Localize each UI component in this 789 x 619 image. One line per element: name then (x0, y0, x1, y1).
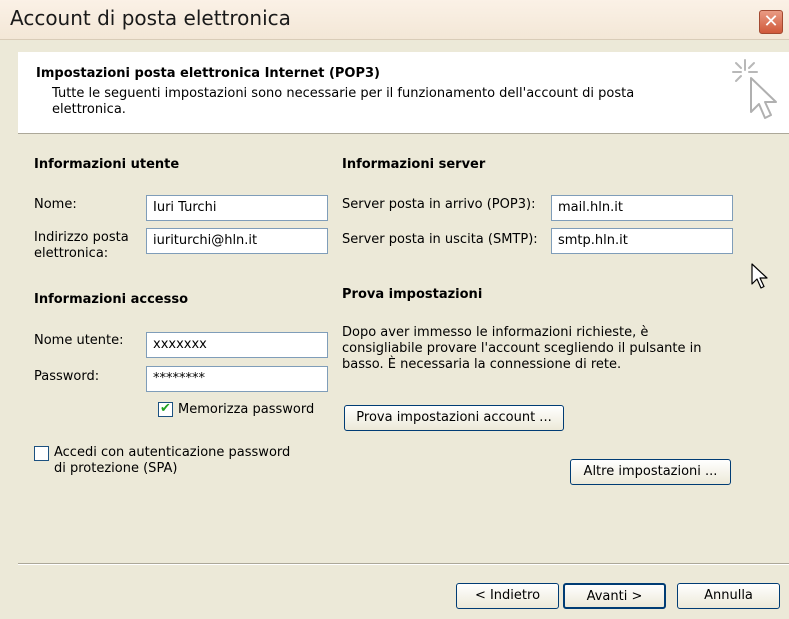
checkmark-icon: ✔ (160, 401, 171, 416)
email-label: Indirizzo posta elettronica: (34, 230, 129, 261)
user-info-title: Informazioni utente (34, 157, 180, 172)
spa-label: Accedi con autenticazione password di pr… (54, 445, 291, 476)
mouse-pointer-icon (751, 263, 768, 289)
incoming-server-label: Server posta in arrivo (POP3): (342, 197, 536, 212)
footer-divider (18, 563, 789, 565)
cancel-button[interactable]: Annulla (677, 583, 780, 609)
server-info-title: Informazioni server (342, 157, 486, 172)
username-field[interactable]: xxxxxxx (146, 332, 328, 358)
remember-password-label: Memorizza password (178, 402, 315, 417)
wizard-cursor-icon (732, 59, 777, 119)
more-settings-button[interactable]: Altre impostazioni ... (570, 459, 731, 485)
name-field[interactable]: Iuri Turchi (146, 195, 328, 221)
name-label: Nome: (34, 197, 77, 212)
close-icon: ✕ (763, 11, 779, 32)
close-button[interactable]: ✕ (759, 10, 783, 34)
header-description: Tutte le seguenti impostazioni sono nece… (52, 86, 635, 117)
back-button[interactable]: < Indietro (456, 583, 559, 609)
outgoing-server-field[interactable]: smtp.hln.it (551, 228, 733, 254)
password-field[interactable]: ******** (146, 366, 328, 392)
incoming-server-field[interactable]: mail.hln.it (551, 195, 733, 221)
remember-password-checkbox[interactable]: ✔ (158, 401, 173, 417)
password-label: Password: (34, 369, 100, 384)
header-title: Impostazioni posta elettronica Internet … (36, 66, 380, 81)
spa-checkbox[interactable] (34, 446, 49, 461)
outgoing-server-label: Server posta in uscita (SMTP): (342, 232, 538, 247)
username-label: Nome utente: (34, 333, 124, 348)
next-button[interactable]: Avanti > (563, 583, 666, 609)
test-settings-title: Prova impostazioni (342, 287, 483, 302)
test-settings-description: Dopo aver immesso le informazioni richie… (342, 325, 702, 372)
email-field[interactable]: iuriturchi@hln.it (146, 228, 328, 254)
window-title: Account di posta elettronica (10, 6, 291, 30)
title-bar[interactable]: Account di posta elettronica ✕ (0, 0, 789, 40)
test-account-button[interactable]: Prova impostazioni account ... (344, 405, 564, 431)
login-info-title: Informazioni accesso (34, 292, 189, 307)
dialog-window: Account di posta elettronica ✕ Impostazi… (0, 0, 789, 619)
header-panel: Impostazioni posta elettronica Internet … (18, 52, 789, 134)
